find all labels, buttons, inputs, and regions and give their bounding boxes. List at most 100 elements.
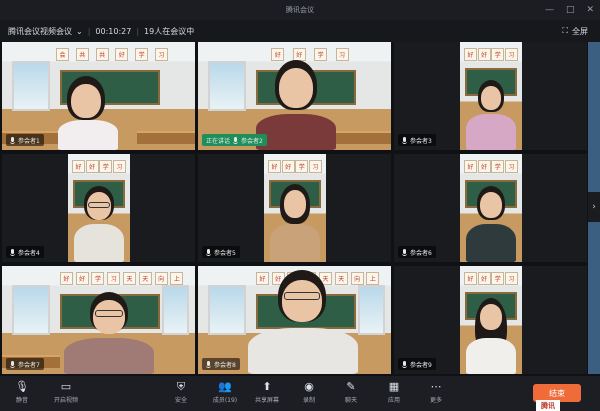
meeting-info-bar: 腾讯会议视频会议 ⌄ | 00:10:27 | 19人在会议中 ⛶ 全屏 <box>0 20 600 42</box>
security-button[interactable]: ⛨ 安全 <box>163 379 199 409</box>
video-tile[interactable]: 好 好 学 习 正在讲话 参会者2 <box>198 42 391 150</box>
chevron-right-icon[interactable]: › <box>588 192 600 222</box>
participant-video <box>466 298 516 374</box>
record-icon: ◉ <box>304 379 314 393</box>
desk <box>137 130 195 144</box>
participant-label: 参会者7 <box>6 358 44 370</box>
microphone-icon <box>206 360 211 368</box>
microphone-icon <box>206 248 211 256</box>
banner-char: 好 <box>268 160 282 174</box>
participant-name: 参会者9 <box>410 361 432 369</box>
portrait-video: 好 好 学 习 <box>460 42 522 150</box>
window <box>11 285 51 336</box>
video-tile[interactable]: 好 好 学 习 参会者5 <box>198 154 391 262</box>
more-dots-icon: ⋯ <box>430 379 442 393</box>
more-button[interactable]: ⋯ 更多 <box>418 379 454 409</box>
window <box>358 285 386 336</box>
close-icon[interactable]: ✕ <box>586 5 594 15</box>
video-label: 开启视频 <box>53 397 78 404</box>
share-screen-button[interactable]: ⬆ 共享屏幕 <box>249 379 285 409</box>
chat-label: 聊天 <box>344 397 357 404</box>
portrait-video: 好 好 学 习 <box>68 154 130 262</box>
classroom-banner: 会 共 共 好 学 习 <box>56 48 168 62</box>
participant-name: 参会者5 <box>214 249 236 257</box>
banner-char: 向 <box>154 272 168 286</box>
participant-video <box>466 80 516 150</box>
participant-name: 参会者8 <box>214 361 236 369</box>
banner-char: 习 <box>504 160 518 174</box>
video-tile[interactable]: 好 好 学 习 天 天 向 上 参会者7 <box>2 266 195 374</box>
video-tile[interactable]: 好 好 学 习 参会者6 <box>394 154 587 262</box>
participant-video <box>64 292 154 374</box>
video-tile[interactable]: 会 共 共 好 学 习 参会者1 <box>2 42 195 150</box>
participant-name: 参会者2 <box>241 137 263 145</box>
chat-button[interactable]: ✎ 聊天 <box>333 379 369 409</box>
desk <box>333 130 391 144</box>
meeting-title-dropdown[interactable]: 腾讯会议视频会议 ⌄ <box>8 26 83 37</box>
banner-char: 好 <box>477 272 491 286</box>
participant-label: 正在讲话 参会者2 <box>202 134 267 146</box>
banner-char: 好 <box>477 48 491 62</box>
layout-toggle[interactable]: ⛶ 全屏 <box>562 26 588 37</box>
banner-char: 天 <box>123 272 137 286</box>
desktop-background-strip: › <box>588 42 600 374</box>
window-title: 腾讯会议 <box>286 6 314 14</box>
classroom-banner: 好 好 学 习 <box>268 160 323 174</box>
more-label: 更多 <box>429 397 442 404</box>
apps-button[interactable]: ▦ 应用 <box>376 379 412 409</box>
banner-char: 习 <box>504 272 518 286</box>
portrait-video: 好 好 学 习 <box>460 266 522 374</box>
banner-char: 上 <box>366 272 380 286</box>
banner-char: 好 <box>464 48 478 62</box>
microphone-icon <box>10 360 15 368</box>
window <box>162 285 190 336</box>
banner-char: 习 <box>112 160 126 174</box>
participant-name: 参会者6 <box>410 249 432 257</box>
apps-label: 应用 <box>387 397 400 404</box>
microphone-icon <box>402 136 407 144</box>
banner-char: 学 <box>99 160 113 174</box>
video-tile[interactable]: 好 好 学 习 参会者9 <box>394 266 587 374</box>
minimize-icon[interactable]: — <box>545 5 554 15</box>
banner-char: 学 <box>491 160 505 174</box>
chat-icon: ✎ <box>346 379 356 393</box>
layout-label: 全屏 <box>572 26 588 36</box>
video-tile[interactable]: 好 好 学 习 参会者3 <box>394 42 587 150</box>
classroom-banner: 好 好 学 习 天 天 向 上 <box>59 272 184 286</box>
classroom-banner: 好 好 学 习 <box>464 160 519 174</box>
participant-name: 参会者4 <box>18 249 40 257</box>
grid-icon: ⛶ <box>562 26 568 35</box>
meeting-toolbar: 🎙 静音 ▭ 开启视频 ⛨ 安全 👥 成员(19) ⬆ 共享屏幕 ◉ 录制 ✎ … <box>0 376 600 411</box>
video-button[interactable]: ▭ 开启视频 <box>48 379 84 409</box>
banner-char: 会 <box>56 48 70 62</box>
window-titlebar: 腾讯会议 — □ ✕ <box>0 0 600 20</box>
record-button[interactable]: ◉ 录制 <box>291 379 327 409</box>
corner-logo: 腾讯 <box>536 400 560 411</box>
participant-label: 参会者1 <box>6 134 44 146</box>
banner-char: 学 <box>135 48 149 62</box>
participant-label: 参会者6 <box>398 246 436 258</box>
share-label: 共享屏幕 <box>254 397 279 404</box>
banner-char: 学 <box>91 272 105 286</box>
participant-label: 参会者3 <box>398 134 436 146</box>
mute-button[interactable]: 🎙 静音 <box>4 379 40 409</box>
participant-label: 参会者9 <box>398 358 436 370</box>
video-tile[interactable]: 好 好 学 习 天 天 向 上 参会者8 <box>198 266 391 374</box>
participant-video <box>466 186 516 262</box>
users-icon: 👥 <box>218 379 232 393</box>
banner-char: 好 <box>281 160 295 174</box>
video-tile[interactable]: 好 好 学 习 参会者4 <box>2 154 195 262</box>
portrait-video: 好 好 学 习 <box>460 154 522 262</box>
banner-char: 好 <box>75 272 89 286</box>
classroom-banner: 好 好 学 习 <box>464 272 519 286</box>
microphone-icon <box>402 360 407 368</box>
participant-name: 参会者1 <box>18 137 40 145</box>
participant-video <box>248 270 358 374</box>
banner-char: 好 <box>477 160 491 174</box>
banner-char: 好 <box>59 272 73 286</box>
participant-video <box>270 184 320 262</box>
apps-grid-icon: ▦ <box>388 379 400 393</box>
banner-char: 习 <box>335 48 349 62</box>
participants-button[interactable]: 👥 成员(19) <box>207 379 243 409</box>
maximize-icon[interactable]: □ <box>566 5 575 15</box>
